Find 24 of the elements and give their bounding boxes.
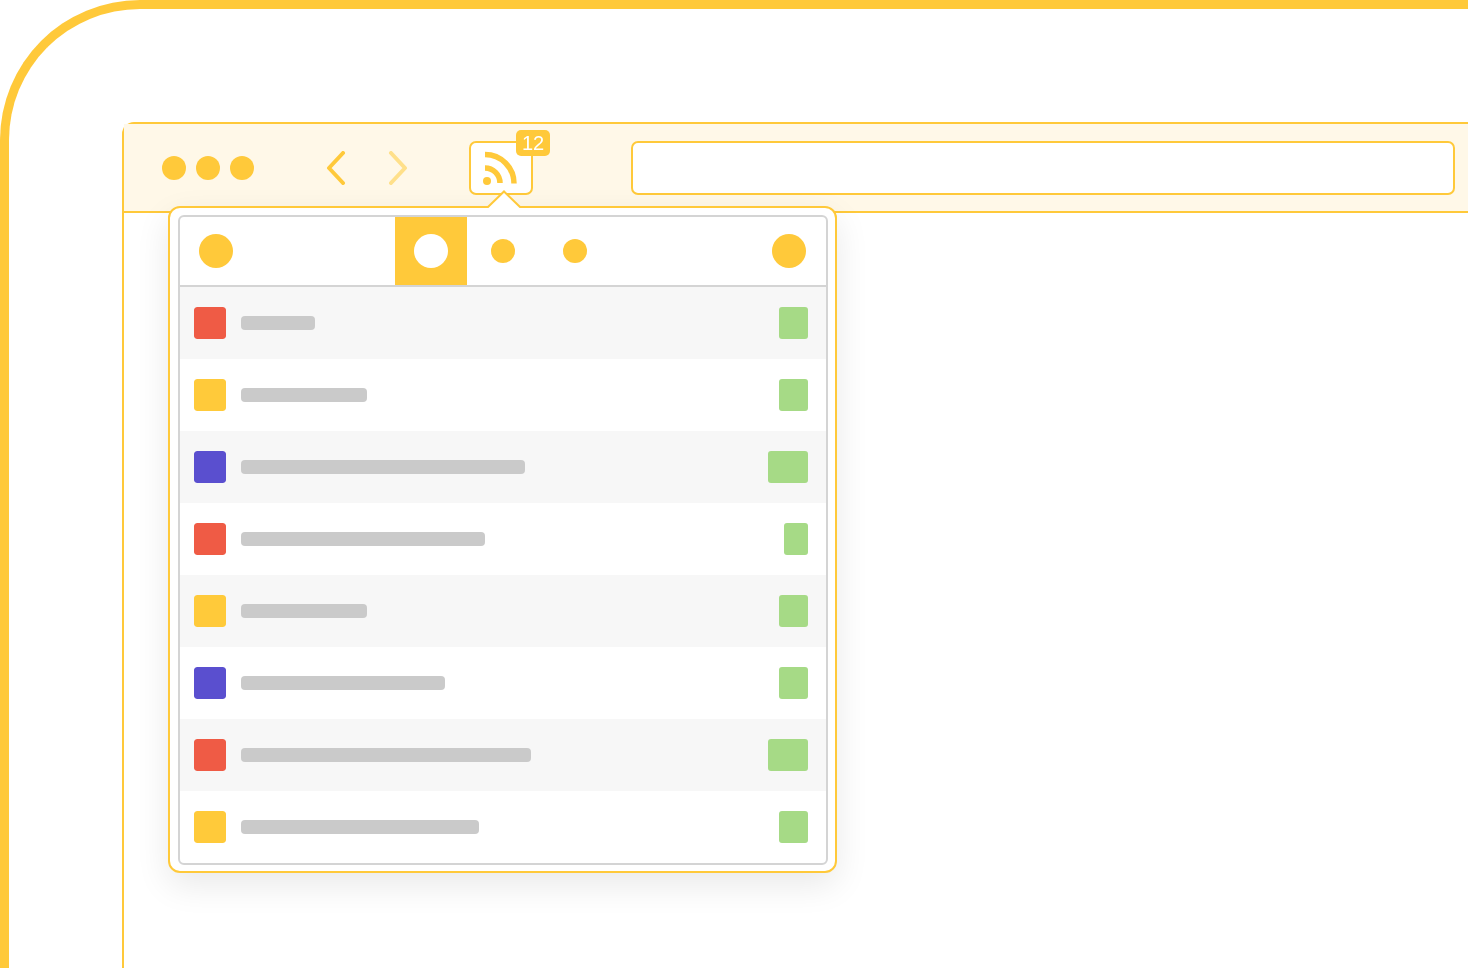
- window-dot-icon[interactable]: [162, 155, 186, 180]
- circle-icon: [414, 234, 448, 268]
- window-dot-icon[interactable]: [196, 155, 220, 180]
- circle-icon[interactable]: [199, 234, 233, 268]
- circle-icon[interactable]: [772, 234, 806, 268]
- circle-icon: [563, 239, 587, 263]
- window-dot-icon[interactable]: [230, 155, 254, 180]
- status-block-icon: [768, 451, 808, 483]
- feed-tab[interactable]: [395, 217, 467, 285]
- status-block-icon: [779, 595, 808, 627]
- status-block-icon: [779, 379, 808, 411]
- status-block-icon: [779, 667, 808, 699]
- feed-item[interactable]: [180, 719, 826, 791]
- feed-item[interactable]: [180, 287, 826, 359]
- status-block-icon: [779, 307, 808, 339]
- circle-icon: [491, 239, 515, 263]
- rss-icon: [482, 149, 520, 186]
- status-block-icon: [784, 523, 808, 555]
- feed-item[interactable]: [180, 431, 826, 503]
- unread-count-badge: 12: [516, 129, 551, 156]
- address-field[interactable]: [631, 140, 1455, 195]
- chevron-left-icon[interactable]: [326, 150, 346, 185]
- status-block-icon: [768, 739, 808, 771]
- status-block-icon: [779, 811, 808, 843]
